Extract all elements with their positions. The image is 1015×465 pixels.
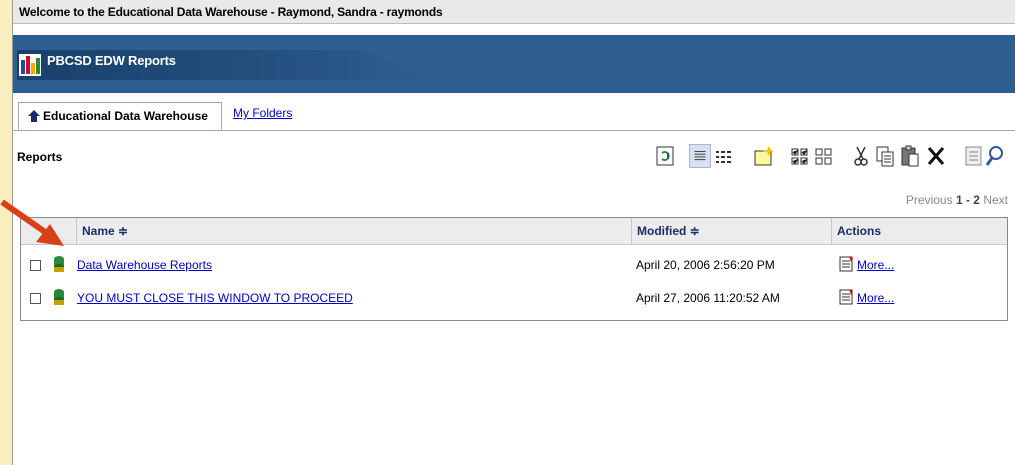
- more-action[interactable]: More...: [839, 288, 894, 309]
- properties-icon: [839, 289, 853, 305]
- details-view-icon[interactable]: [689, 144, 711, 168]
- select-all-icon[interactable]: [789, 144, 811, 168]
- header-name[interactable]: Name ≑: [76, 218, 631, 244]
- more-action[interactable]: More...: [839, 255, 894, 276]
- header-modified[interactable]: Modified ≑: [631, 218, 831, 244]
- modified-date: April 27, 2006 11:20:52 AM: [636, 291, 780, 305]
- header-actions: Actions: [831, 218, 1007, 244]
- pager-previous: Previous: [905, 193, 953, 207]
- list-view-icon[interactable]: [713, 144, 735, 168]
- report-link[interactable]: YOU MUST CLOSE THIS WINDOW TO PROCEED: [77, 291, 353, 305]
- table-header: Name ≑ Modified ≑ Actions: [21, 218, 1007, 245]
- refresh-icon[interactable]: [654, 144, 676, 168]
- modified-date: April 20, 2006 2:56:20 PM: [636, 258, 775, 272]
- search-icon[interactable]: [984, 144, 1006, 168]
- pager-range: 1 - 2: [955, 193, 980, 207]
- copy-icon[interactable]: [874, 144, 896, 168]
- home-icon: [28, 110, 40, 122]
- pager: Previous 1 - 2 Next: [906, 193, 1008, 207]
- new-folder-icon[interactable]: [753, 144, 775, 168]
- properties-icon[interactable]: [963, 144, 985, 168]
- banner-title: PBCSD EDW Reports: [47, 53, 176, 68]
- more-link[interactable]: More...: [857, 291, 894, 305]
- tab-my-folders[interactable]: My Folders: [233, 106, 292, 120]
- banner: PBCSD EDW Reports: [13, 35, 1015, 93]
- report-icon: [54, 256, 64, 272]
- report-link[interactable]: Data Warehouse Reports: [77, 258, 212, 272]
- more-link[interactable]: More...: [857, 258, 894, 272]
- reports-table: Name ≑ Modified ≑ Actions Data Warehouse…: [20, 217, 1008, 321]
- main-frame: Welcome to the Educational Data Warehous…: [12, 0, 1015, 465]
- table-row: Data Warehouse Reports April 20, 2006 2:…: [21, 252, 1007, 282]
- row-checkbox[interactable]: [30, 293, 41, 304]
- properties-icon: [839, 256, 853, 272]
- tab-label: Educational Data Warehouse: [43, 109, 208, 123]
- toolbar: [647, 142, 1015, 172]
- table-row: YOU MUST CLOSE THIS WINDOW TO PROCEED Ap…: [21, 285, 1007, 315]
- section-title: Reports: [17, 150, 63, 164]
- row-checkbox[interactable]: [30, 260, 41, 271]
- tab-educational-data-warehouse[interactable]: Educational Data Warehouse: [18, 102, 222, 130]
- pager-next: Next: [983, 193, 1008, 207]
- cut-icon[interactable]: [850, 144, 872, 168]
- tab-bar: Educational Data Warehouse My Folders: [13, 100, 1015, 131]
- logo-icon: [19, 54, 41, 76]
- deselect-all-icon[interactable]: [813, 144, 835, 168]
- annotation-arrow: [0, 200, 64, 246]
- delete-icon[interactable]: [925, 144, 947, 168]
- welcome-bar: Welcome to the Educational Data Warehous…: [13, 0, 1015, 24]
- report-icon: [54, 289, 64, 305]
- paste-icon[interactable]: [899, 144, 921, 168]
